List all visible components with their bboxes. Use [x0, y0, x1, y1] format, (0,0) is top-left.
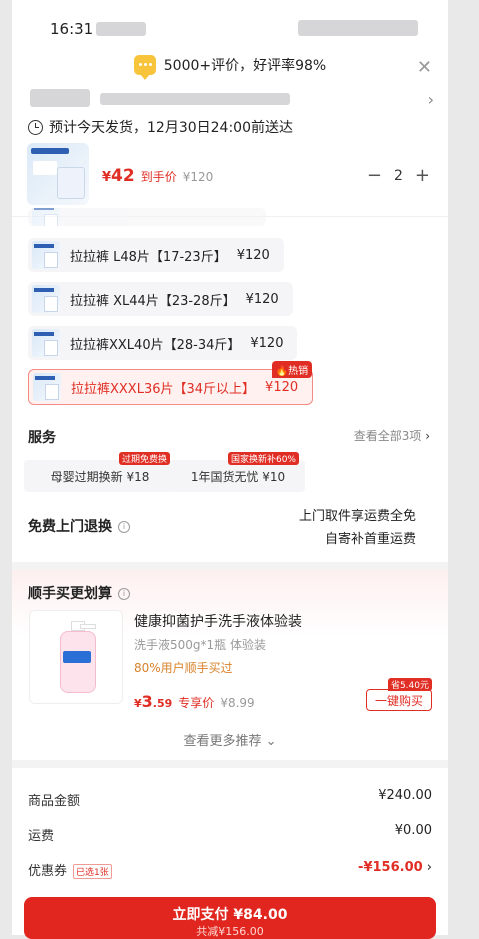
sku-label: 拉拉裤 L48片【17-23斤】	[70, 249, 227, 265]
product-image	[27, 143, 89, 205]
minus-button[interactable]: −	[367, 165, 382, 186]
info-icon[interactable]: i	[118, 521, 130, 533]
recommend-product-title[interactable]: 健康抑菌护手洗手液体验装	[134, 611, 302, 631]
return-title: 免费上门退换 i	[28, 516, 130, 536]
sku-label: 拉拉裤XXXL36片【34斤以上】	[71, 381, 256, 397]
coupon-tag: 已选1张	[73, 864, 112, 879]
sku-option[interactable]: 拉拉裤 L48片【17-23斤】 ¥120	[28, 238, 284, 272]
final-price: 42	[111, 166, 135, 186]
service-badge: 过期免费换	[118, 452, 170, 465]
order-sheet: 5000+评价，好评率98% ✕ › 预计今天发货，12月30日24:00前送达…	[12, 0, 448, 939]
hot-badge: 🔥热销	[271, 361, 313, 378]
price-label: 专享价	[178, 696, 215, 710]
delivery-estimate: 预计今天发货，12月30日24:00前送达	[28, 117, 293, 137]
pay-now-button[interactable]: 立即支付 ¥84.00 共减¥156.00	[24, 897, 436, 939]
info-icon[interactable]: i	[118, 588, 130, 600]
chevron-right-icon: ›	[426, 860, 432, 875]
service-badge: 国家换新补60%	[227, 452, 299, 465]
see-more-recommend[interactable]: 查看更多推荐 ⌄	[12, 730, 448, 749]
close-icon[interactable]: ✕	[417, 57, 432, 78]
sku-price: ¥120	[265, 379, 299, 395]
coupon-label: 优惠券	[28, 864, 68, 879]
recommend-title-text: 顺手买更划算	[28, 586, 112, 602]
delivery-text: 预计今天发货，12月30日24:00前送达	[49, 120, 293, 136]
status-icons-redacted	[298, 20, 418, 36]
currency-symbol: ¥	[102, 170, 112, 185]
sku-option[interactable]: 拉拉裤XXL40片【28-34斤】 ¥120	[28, 326, 298, 360]
see-all-label: 查看全部3项	[353, 429, 422, 443]
price-dec: .59	[152, 697, 173, 710]
price-symbol: ¥	[134, 697, 142, 710]
sku-price: ¥120	[236, 247, 270, 263]
chevron-down-icon: ⌄	[265, 734, 277, 749]
status-time: 16:31	[50, 20, 94, 38]
coupon-value: -¥156.00	[358, 860, 423, 875]
rating-banner: 5000+评价，好评率98%	[12, 55, 448, 83]
sku-thumb	[33, 373, 61, 401]
recommend-product-stat: 80%用户顺手买过	[134, 661, 233, 675]
return-line-1: 上门取件享运费全免	[298, 509, 416, 524]
recommend-product-image[interactable]	[29, 610, 123, 704]
goods-amount-label: 商品金额	[28, 794, 81, 809]
quantity-value: 2	[393, 167, 403, 184]
save-badge: 省5.40元	[387, 678, 432, 691]
product-price: ¥42 到手价 ¥120	[102, 166, 213, 186]
sku-price: ¥120	[245, 291, 279, 307]
return-line-2: 自寄补首重运费	[324, 532, 416, 547]
sku-price: ¥120	[250, 335, 284, 351]
sku-thumb	[32, 241, 60, 269]
status-bar: 16:31	[12, 12, 448, 44]
recommend-product-spec: 洗手液500g*1瓶 体验装	[134, 638, 266, 652]
clock-icon	[28, 119, 43, 135]
original-price: ¥120	[182, 170, 214, 184]
address-text-redacted	[100, 93, 290, 105]
address-name-redacted	[30, 89, 90, 107]
services-title: 服务	[28, 430, 56, 446]
quantity-stepper: − 2 +	[367, 165, 430, 186]
message-icon	[133, 55, 156, 80]
price-int: 3	[141, 692, 153, 711]
chevron-right-icon[interactable]: ›	[428, 90, 434, 109]
chevron-right-icon: ›	[425, 429, 430, 443]
shipping-fee-value: ¥0.00	[394, 823, 432, 838]
shipping-fee-label: 运费	[28, 829, 55, 844]
sku-option-partial[interactable]	[28, 208, 266, 226]
rating-text: 5000+评价，好评率98%	[163, 58, 327, 74]
plus-button[interactable]: +	[415, 165, 430, 186]
recommend-title: 顺手买更划算 i	[28, 583, 130, 603]
see-more-label: 查看更多推荐	[183, 734, 262, 749]
sku-label: 拉拉裤XXL40片【28-34斤】	[70, 337, 241, 353]
service-label: 1年国货无忧 ¥10	[190, 469, 286, 484]
sku-label: 拉拉裤 XL44片【23-28斤】	[70, 293, 236, 309]
pay-discount-label: 共减¥156.00	[196, 925, 264, 938]
one-click-buy-button[interactable]: 一键购买	[366, 689, 432, 711]
sku-thumb	[32, 285, 60, 313]
recommend-price: ¥3.59 专享价 ¥8.99	[134, 692, 255, 711]
sku-option-selected[interactable]: 拉拉裤XXXL36片【34斤以上】 ¥120 🔥热销	[28, 361, 314, 405]
sku-thumb	[32, 329, 60, 357]
sku-option[interactable]: 拉拉裤 XL44片【23-28斤】 ¥120	[28, 282, 293, 316]
return-title-text: 免费上门退换	[28, 519, 112, 535]
original-price: ¥8.99	[220, 696, 255, 710]
price-label: 到手价	[140, 170, 177, 184]
service-option[interactable]: 母婴过期换新 ¥18 过期免费换	[24, 452, 176, 492]
service-label: 母婴过期换新 ¥18	[50, 469, 150, 484]
service-option[interactable]: 1年国货无忧 ¥10 国家换新补60%	[171, 452, 305, 492]
goods-amount-value: ¥240.00	[378, 788, 432, 803]
status-icons-redacted	[96, 22, 146, 36]
pay-now-label: 立即支付 ¥84.00	[172, 907, 288, 923]
hot-badge-text: 热销	[288, 366, 309, 377]
see-all-services-link[interactable]: 查看全部3项 ›	[354, 427, 430, 444]
